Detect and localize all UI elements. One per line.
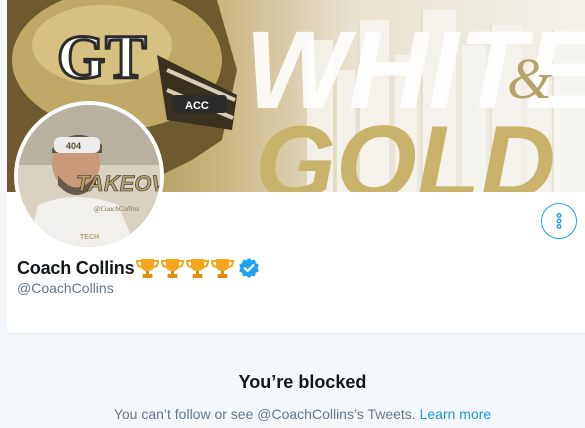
profile-card: WHITE & GOLD ACC GT 404 TAKEO @CoachColl… bbox=[7, 0, 585, 333]
avatar-signature-text: @CoachCollins bbox=[94, 205, 139, 213]
blocked-title: You’re blocked bbox=[238, 372, 367, 392]
trophy-icon bbox=[136, 259, 160, 278]
helmet-logo-text: GT bbox=[57, 24, 147, 92]
avatar[interactable]: 404 TAKEOVER @CoachCollins TECH bbox=[14, 101, 164, 251]
cap-text: 404 bbox=[66, 141, 81, 151]
verified-badge-icon bbox=[239, 258, 260, 278]
blocked-description: You can’t follow or see @CoachCollins’s … bbox=[113, 406, 416, 422]
trophy-icon bbox=[211, 259, 235, 278]
trophy-badges bbox=[135, 257, 235, 279]
more-options-button[interactable] bbox=[541, 203, 577, 239]
banner-ampersand: & bbox=[507, 46, 552, 111]
helmet-patch-text: ACC bbox=[185, 100, 209, 112]
banner-text-gold: GOLD bbox=[255, 105, 555, 192]
profile-handle: @CoachCollins bbox=[17, 280, 114, 296]
trophy-icon bbox=[161, 259, 185, 278]
trophy-icon bbox=[186, 259, 210, 278]
profile-name-row: Coach Collins bbox=[17, 255, 260, 281]
learn-more-link[interactable]: Learn more bbox=[420, 406, 492, 422]
section-divider bbox=[7, 333, 585, 334]
blocked-message: You can’t follow or see @CoachCollins’s … bbox=[0, 406, 585, 422]
avatar-photo: 404 TAKEOVER @CoachCollins TECH bbox=[18, 105, 160, 247]
more-vertical-icon bbox=[556, 213, 562, 229]
avatar-logo-text: TECH bbox=[80, 234, 99, 241]
display-name[interactable]: Coach Collins bbox=[17, 258, 135, 279]
takeover-text: TAKEOVER bbox=[76, 171, 160, 196]
